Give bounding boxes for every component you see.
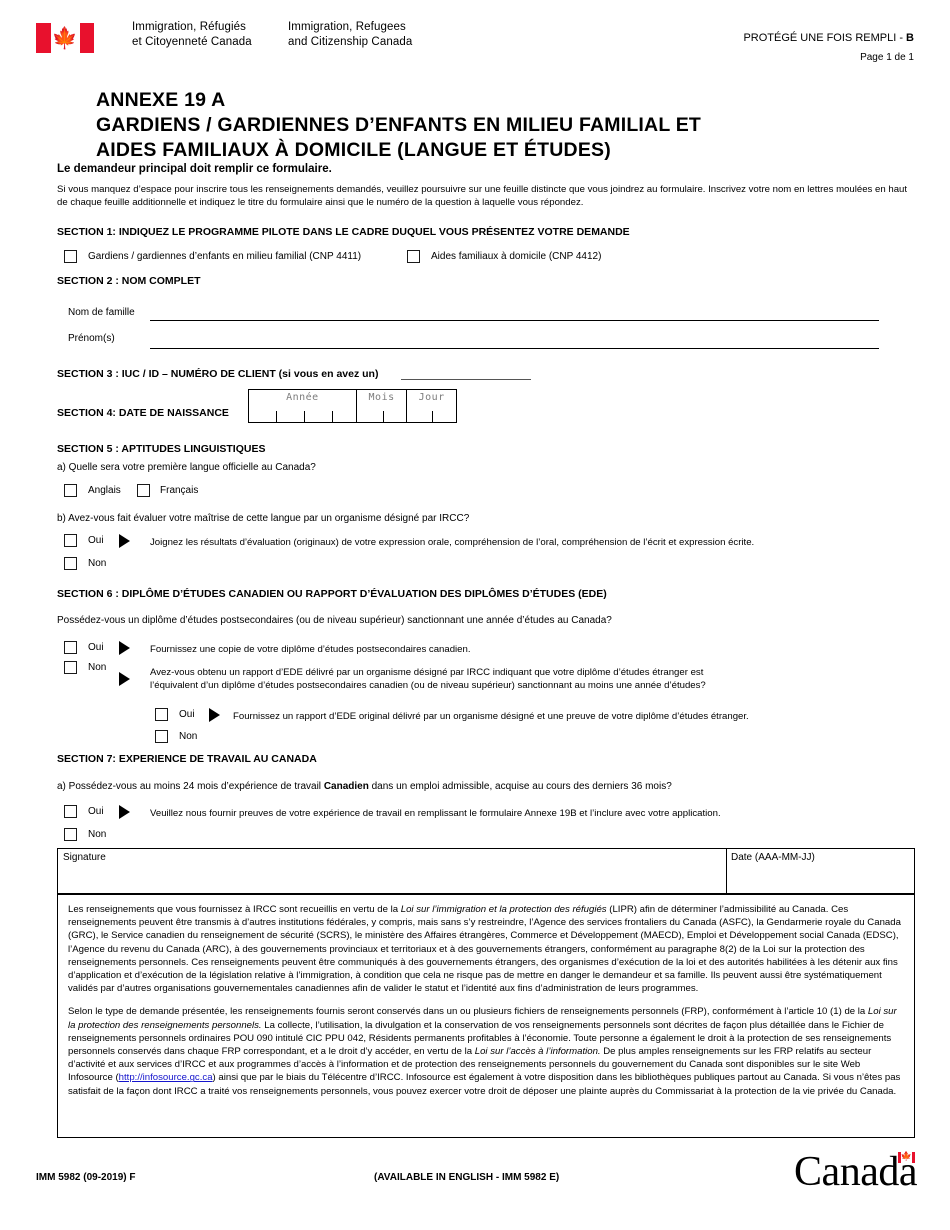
s7-question-part2: dans un emploi admissible, acquise au co… — [368, 781, 672, 792]
label-language-french: Français — [160, 485, 199, 496]
arrow-right-icon — [209, 708, 220, 722]
page-title-line3: AIDES FAMILIAUX À DOMICILE (LANGUE ET ÉT… — [96, 139, 611, 161]
dob-month-label: Mois — [368, 392, 395, 403]
surname-input[interactable] — [150, 320, 879, 321]
checkbox-s5-yes[interactable] — [64, 534, 77, 547]
label-s6-no: Non — [88, 662, 107, 673]
privacy-paragraph-2: Selon le type de demande présentée, les … — [68, 1005, 904, 1097]
form-intro-text: Si vous manquez d’espace pour inscrire t… — [57, 184, 908, 208]
signature-label: Signature — [63, 852, 106, 863]
privacy-p2-a: Selon le type de demande présentée, les … — [68, 1006, 868, 1018]
signature-block: Signature Date (AAA-MM-JJ) — [57, 848, 915, 894]
section-6-heading: SECTION 6 : DIPLÔME D’ÉTUDES CANADIEN OU… — [57, 588, 607, 600]
section-2-heading: SECTION 2 : NOM COMPLET — [57, 275, 201, 287]
arrow-right-icon — [119, 534, 130, 548]
date-of-birth-box[interactable]: Année Mois Jour — [248, 389, 457, 423]
instruction-s6-no-line2: l’équivalent d’un diplôme d’études posts… — [150, 680, 706, 691]
department-name-en: Immigration, Refugees and Citizenship Ca… — [288, 20, 412, 50]
section-7-question-a: a) Possédez-vous au moins 24 mois d’expé… — [57, 781, 672, 792]
form-page: 🍁 Immigration, Réfugiés et Citoyenneté C… — [0, 0, 950, 1230]
arrow-right-icon — [119, 805, 130, 819]
label-s6-yes: Oui — [88, 642, 104, 653]
checkbox-language-english[interactable] — [64, 484, 77, 497]
s7-question-emphasis: Canadien — [323, 781, 369, 792]
checkbox-cnp-4411[interactable] — [64, 250, 77, 263]
section-1-heading: SECTION 1: INDIQUEZ LE PROGRAMME PILOTE … — [57, 226, 630, 238]
client-id-input[interactable] — [401, 379, 531, 380]
section-5-heading: SECTION 5 : APTITUDES LINGUISTIQUES — [57, 443, 266, 455]
department-en-line2: and Citizenship Canada — [288, 36, 413, 48]
protected-label: PROTÉGÉ UNE FOIS REMPLI - — [743, 32, 907, 44]
section-6-question: Possédez-vous un diplôme d’études postse… — [57, 615, 612, 626]
section-4-heading: SECTION 4: DATE DE NAISSANCE — [57, 407, 229, 419]
privacy-p1-b: (LIPR) afin de déterminer l’admissibilit… — [68, 904, 901, 995]
department-fr-line1: Immigration, Réfugiés — [132, 21, 246, 33]
form-subtitle: Le demandeur principal doit remplir ce f… — [57, 163, 332, 175]
instruction-s5-yes: Joignez les résultats d’évaluation (orig… — [150, 537, 755, 548]
instruction-s6-no: Avez-vous obtenu un rapport d’EDE délivr… — [150, 666, 890, 692]
department-fr-line2: et Citoyenneté Canada — [132, 36, 252, 48]
section-3-heading: SECTION 3 : IUC / ID – NUMÉRO DE CLIENT … — [57, 368, 379, 380]
given-names-input[interactable] — [150, 348, 879, 349]
checkbox-s7-no[interactable] — [64, 828, 77, 841]
label-surname: Nom de famille — [68, 307, 135, 318]
signature-date-label: Date (AAA-MM-JJ) — [731, 852, 815, 863]
label-s5-no: Non — [88, 558, 107, 569]
canada-flag-icon: 🍁 — [898, 1152, 915, 1163]
canada-flag-icon: 🍁 — [36, 23, 94, 53]
label-cnp-4411: Gardiens / gardiennes d’enfants en milie… — [88, 251, 362, 262]
checkbox-s6-sub-yes[interactable] — [155, 708, 168, 721]
page-number: Page 1 de 1 — [860, 52, 914, 63]
dob-month-cell[interactable]: Mois — [355, 390, 407, 422]
label-s7-yes: Oui — [88, 806, 104, 817]
instruction-s6-yes: Fournissez une copie de votre diplôme d’… — [150, 644, 471, 655]
infosource-link[interactable]: http://infosource.gc.ca — [119, 1072, 213, 1083]
checkbox-cnp-4412[interactable] — [407, 250, 420, 263]
form-title-block: ANNEXE 19 A GARDIENS / GARDIENNES D’ENFA… — [96, 88, 701, 163]
label-s5-yes: Oui — [88, 535, 104, 546]
checkbox-s6-sub-no[interactable] — [155, 730, 168, 743]
section-7-heading: SECTION 7: EXPERIENCE DE TRAVAIL AU CANA… — [57, 753, 317, 765]
label-language-english: Anglais — [88, 485, 121, 496]
canada-wordmark: Canada 🍁 — [794, 1150, 917, 1194]
privacy-p1-a: Les renseignements que vous fournissez à… — [68, 904, 401, 915]
section-5-question-b: b) Avez-vous fait évaluer votre maîtrise… — [57, 513, 470, 524]
privacy-notice: Les renseignements que vous fournissez à… — [57, 894, 915, 1138]
instruction-s7-yes: Veuillez nous fournir preuves de votre e… — [150, 808, 721, 819]
page-header: 🍁 Immigration, Réfugiés et Citoyenneté C… — [36, 20, 914, 76]
instruction-s6-sub-yes: Fournissez un rapport d’EDE original dél… — [233, 711, 749, 722]
protected-level: B — [906, 32, 914, 44]
protected-classification: PROTÉGÉ UNE FOIS REMPLI - B — [743, 32, 914, 44]
department-en-line1: Immigration, Refugees — [288, 21, 406, 33]
available-in-english-note: (AVAILABLE IN ENGLISH - IMM 5982 E) — [374, 1172, 560, 1183]
privacy-p2-italic2: Loi sur l’accès à l’information. — [474, 1046, 601, 1058]
page-title-line1: ANNEXE 19 A — [96, 89, 226, 111]
instruction-s6-no-line1: Avez-vous obtenu un rapport d’EDE délivr… — [150, 667, 704, 678]
label-given-names: Prénom(s) — [68, 333, 115, 344]
dob-day-cell[interactable]: Jour — [406, 390, 456, 422]
checkbox-s6-yes[interactable] — [64, 641, 77, 654]
label-s6-sub-yes: Oui — [179, 709, 195, 720]
checkbox-s5-no[interactable] — [64, 557, 77, 570]
page-title-line2: GARDIENS / GARDIENNES D’ENFANTS EN MILIE… — [96, 114, 702, 136]
section-5-question-a: a) Quelle sera votre première langue off… — [57, 462, 316, 473]
form-code: IMM 5982 (09-2019) F — [36, 1172, 136, 1183]
dob-year-label: Année — [286, 392, 319, 403]
checkbox-language-french[interactable] — [137, 484, 150, 497]
department-name-fr: Immigration, Réfugiés et Citoyenneté Can… — [132, 20, 252, 50]
checkbox-s6-no[interactable] — [64, 661, 77, 674]
label-cnp-4412: Aides familiaux à domicile (CNP 4412) — [431, 251, 602, 262]
s7-question-part1: a) Possédez-vous au moins 24 mois d’expé… — [57, 781, 324, 792]
checkbox-s7-yes[interactable] — [64, 805, 77, 818]
label-s7-no: Non — [88, 829, 107, 840]
dob-year-cell[interactable]: Année — [249, 390, 356, 422]
arrow-right-icon — [119, 641, 130, 655]
label-s6-sub-no: Non — [179, 731, 198, 742]
privacy-paragraph-1: Les renseignements que vous fournissez à… — [68, 903, 904, 995]
privacy-p1-italic: Loi sur l’immigration et la protection d… — [400, 904, 607, 915]
arrow-right-icon — [119, 672, 130, 686]
